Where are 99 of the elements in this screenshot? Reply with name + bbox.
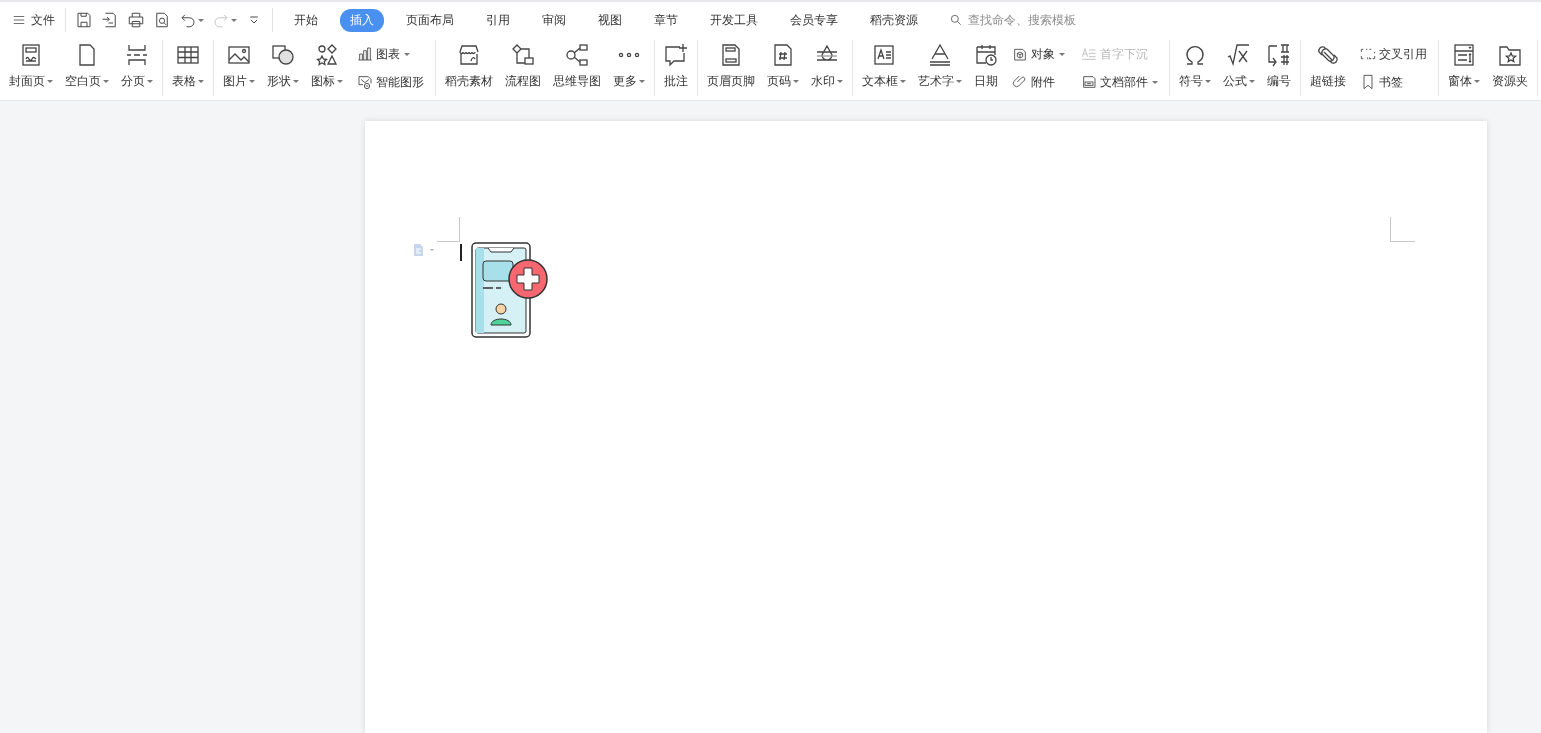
text-box-icon[interactable] [872,43,896,67]
ribbon-button[interactable]: 超链接 [1304,40,1352,96]
ribbon-button[interactable]: 空白页 [59,40,115,96]
caret-icon[interactable] [956,80,962,83]
document-parts-icon[interactable] [1081,74,1097,90]
smart-art-icon[interactable] [357,74,373,90]
search-field[interactable]: 查找命令、搜索模板 [949,12,1110,28]
margin-corner-mark [437,217,460,242]
caret-icon[interactable] [198,18,204,22]
text-cursor [460,244,462,261]
ribbon-button[interactable]: 水印 [805,40,849,96]
bookmark-icon[interactable] [1360,74,1376,90]
chain-link-icon[interactable] [1316,43,1340,67]
ribbon-button[interactable]: 封面页 [3,40,59,96]
comment-icon[interactable] [664,43,688,67]
omega-icon[interactable] [1183,43,1207,67]
ribbon-button[interactable]: 艺术字 [912,40,968,96]
ribbon-button[interactable]: 书签 [1358,72,1429,92]
folder-star-icon[interactable] [1498,43,1522,67]
ribbon-button[interactable]: 文档部件 [1079,72,1160,92]
ribbon-button[interactable]: 窗体 [1442,40,1486,96]
ribbon-button[interactable]: 交叉引用 [1358,44,1429,64]
form-icon[interactable] [1452,43,1476,67]
margin-corner-mark [1390,217,1415,242]
ribbon-button[interactable]: 日期 [968,40,1004,96]
ribbon-button[interactable]: 页眉页脚 [701,40,761,96]
flowchart-icon[interactable] [511,43,535,67]
ribbon-button[interactable]: 公式 [1217,40,1261,96]
caret-icon[interactable] [900,80,906,83]
ribbon-button[interactable]: 图表 [355,44,426,64]
caret-icon[interactable] [404,52,410,56]
header-footer-icon[interactable] [719,43,743,67]
image-icon[interactable] [227,43,251,67]
mind-map-icon[interactable] [565,43,589,67]
ribbon-button[interactable]: 图片 [217,40,261,96]
cover-page-icon[interactable] [19,43,43,67]
caret-icon[interactable] [249,80,255,83]
print-icon[interactable] [127,11,145,29]
caret-icon[interactable] [793,80,799,83]
ribbon-button[interactable]: 图标 [305,40,349,96]
ribbon-tab[interactable]: 开发工具 [700,8,768,32]
caret-icon[interactable] [198,80,204,83]
word-art-icon[interactable] [928,43,952,67]
caret-icon[interactable] [293,80,299,83]
ribbon-tab[interactable]: 页面布局 [396,8,464,32]
page-number-icon[interactable] [771,43,795,67]
bar-chart-icon[interactable] [357,46,373,62]
save-icon[interactable] [75,11,93,29]
caret-icon[interactable] [47,80,53,83]
caret-icon[interactable] [639,80,645,83]
ribbon-button[interactable]: 智能图形 [355,72,426,92]
ribbon-button[interactable]: 更多 [607,40,651,96]
ribbon-tab[interactable]: 章节 [644,8,688,32]
paperclip-icon[interactable] [1012,74,1028,90]
ribbon-button[interactable]: 分页 [115,40,159,96]
save-as-icon[interactable] [101,11,119,29]
ribbon-button[interactable]: 编号 [1261,40,1297,96]
ribbon-button[interactable]: 稻壳素材 [439,40,499,96]
caret-icon[interactable] [1152,80,1158,84]
ribbon-tab[interactable]: 会员专享 [780,8,848,32]
caret-icon[interactable] [147,80,153,83]
ribbon-button[interactable]: 附件 [1010,72,1067,92]
page-break-icon[interactable] [125,43,149,67]
ribbon-button[interactable]: 思维导图 [547,40,607,96]
ribbon-button[interactable]: 批注 [658,40,694,96]
caret-icon[interactable] [1205,80,1211,83]
caret-icon[interactable] [1474,80,1480,83]
calendar-clock-icon[interactable] [974,43,998,67]
ribbon-button[interactable]: 表格 [166,40,210,96]
caret-icon[interactable] [337,80,343,83]
menu-icon[interactable] [12,13,26,27]
ribbon-button[interactable]: 资源夹 [1486,40,1534,96]
ribbon-tab[interactable]: 稻壳资源 [860,8,928,32]
cross-reference-icon[interactable] [1360,46,1376,62]
caret-icon[interactable] [1059,52,1065,56]
search-icon[interactable] [949,13,963,27]
ribbon-tab[interactable]: 视图 [588,8,632,32]
ribbon-button[interactable]: 对象 [1010,44,1067,64]
caret-icon[interactable] [1249,80,1255,83]
ribbon-tab[interactable]: 开始 [284,8,328,32]
table-icon[interactable] [176,43,200,67]
ribbon-tab[interactable]: 审阅 [532,8,576,32]
storefront-icon[interactable] [457,43,481,67]
numbering-icon[interactable] [1267,43,1291,67]
formula-icon[interactable] [1227,43,1251,67]
icons-icon[interactable] [315,43,339,67]
cube-icon[interactable] [1012,46,1028,62]
file-menu-button[interactable]: 文件 [8,8,59,32]
undo-icon[interactable] [179,11,197,29]
caret-icon[interactable] [837,80,843,83]
caret-icon[interactable] [103,80,109,83]
ribbon-tab[interactable]: 引用 [476,8,520,32]
ribbon-button[interactable]: 符号 [1173,40,1217,96]
ribbon-button[interactable]: 流程图 [499,40,547,96]
ribbon-button[interactable]: 页码 [761,40,805,96]
shapes-icon[interactable] [271,43,295,67]
ribbon-button[interactable]: 文本框 [856,40,912,96]
print-preview-icon[interactable] [153,11,171,29]
ribbon-button[interactable]: 形状 [261,40,305,96]
